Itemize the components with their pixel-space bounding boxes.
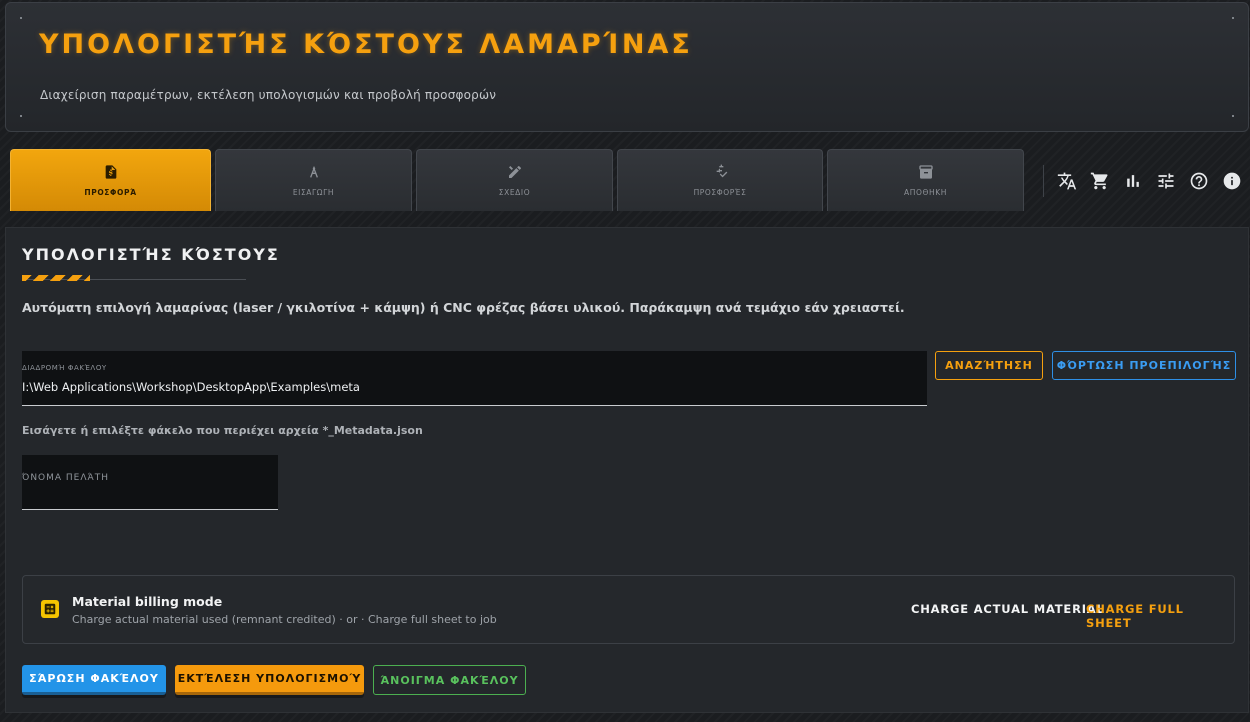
run-calculation-button[interactable]: ΕΚΤΈΛΕΣΗ ΥΠΟΛΟΓΙΣΜΟΎ [175,665,364,695]
tab-import[interactable]: ΕΙΣΑΓΩΓΗ [215,149,412,211]
hazard-stripe [22,275,90,281]
folder-path-label: ΔΙΑΔΡΟΜΉ ΦΑΚΈΛΟΥ [22,364,107,372]
folder-hint: Εισάγετε ή επιλέξτε φάκελο που περιέχει … [22,424,423,437]
translate-icon[interactable] [1056,170,1078,192]
tune-icon[interactable] [1155,170,1177,192]
app-subtitle: Διαχείριση παραμέτρων, εκτέλεση υπολογισ… [40,88,497,102]
charge-full-sheet-option[interactable]: CHARGE FULL SHEET [1086,602,1234,630]
scan-folder-button[interactable]: ΣΆΡΩΣΗ ΦΑΚΈΛΟΥ [22,665,166,695]
billing-title: Material billing mode [72,594,223,609]
tab-label: ΠΡΟΣΦΟΡΈΣ [693,188,747,197]
app-title: ΥΠΟΛΟΓΙΣΤΉΣ ΚΌΣΤΟΥΣ ΛΑΜΑΡΊΝΑΣ [39,29,693,60]
bar-chart-icon[interactable] [1122,170,1144,192]
tab-offer[interactable]: ΠΡΟΣΦΟΡΆ [10,149,211,211]
archive-icon [918,165,933,179]
section-title: ΥΠΟΛΟΓΙΣΤΉΣ ΚΌΣΤΟΥΣ [22,245,280,264]
billing-subtitle: Charge actual material used (remnant cre… [72,613,497,626]
tab-label: ΣΧΕΔΙΟ [498,188,531,197]
calculate-icon [41,600,59,618]
invoice-icon [105,165,116,179]
tab-offers[interactable]: ΠΡΟΣΦΟΡΈΣ [617,149,823,211]
open-folder-button[interactable]: ΆΝΟΙΓΜΑ ΦΑΚΈΛΟΥ [373,665,526,695]
load-preset-button[interactable]: ΦΌΡΤΩΣΗ ΠΡΟΕΠΙΛΟΓΉΣ [1052,351,1236,380]
app-header: ΥΠΟΛΟΓΙΣΤΉΣ ΚΌΣΤΟΥΣ ΛΑΜΑΡΊΝΑΣ Διαχείριση… [5,2,1249,132]
calculator-description: Αυτόματη επιλογή λαμαρίνας (laser / γκιλ… [22,300,905,315]
price-check-icon [716,164,728,178]
tab-label: ΑΠΟΘΗΚΗ [904,188,947,197]
customer-name-field[interactable]: ΌΝΟΜΑ ΠΕΛΆΤΗ [22,455,278,510]
cart-icon[interactable] [1089,170,1111,192]
tab-label: ΕΙΣΑΓΩΓΗ [292,188,335,197]
folder-path-field[interactable]: ΔΙΑΔΡΟΜΉ ΦΑΚΈΛΟΥ I:\Web Applications\Wor… [22,351,927,406]
compass-icon [309,166,318,178]
tab-warehouse[interactable]: ΑΠΟΘΗΚΗ [827,149,1024,211]
design-icon [508,165,521,178]
folder-path-value[interactable]: I:\Web Applications\Workshop\DesktopApp\… [22,380,360,394]
cost-calculator-panel: ΥΠΟΛΟΓΙΣΤΉΣ ΚΌΣΤΟΥΣ Αυτόματη επιλογή λαμ… [5,227,1249,713]
corner-dot [20,17,22,19]
charge-actual-option[interactable]: CHARGE ACTUAL MATERIAL [911,602,1105,616]
material-billing-mode: Material billing mode Charge actual mate… [22,575,1235,644]
corner-dot [1232,115,1234,117]
search-button[interactable]: ΑΝΑΖΉΤΗΣΗ [935,351,1043,380]
customer-name-label: ΌΝΟΜΑ ΠΕΛΆΤΗ [22,473,110,483]
corner-dot [1232,17,1234,19]
tab-design[interactable]: ΣΧΕΔΙΟ [416,149,613,211]
corner-dot [20,115,22,117]
toolbar-icons [1043,165,1243,197]
info-icon[interactable] [1221,170,1243,192]
help-icon[interactable] [1188,170,1210,192]
tab-label: ΠΡΟΣΦΟΡΆ [84,188,137,197]
